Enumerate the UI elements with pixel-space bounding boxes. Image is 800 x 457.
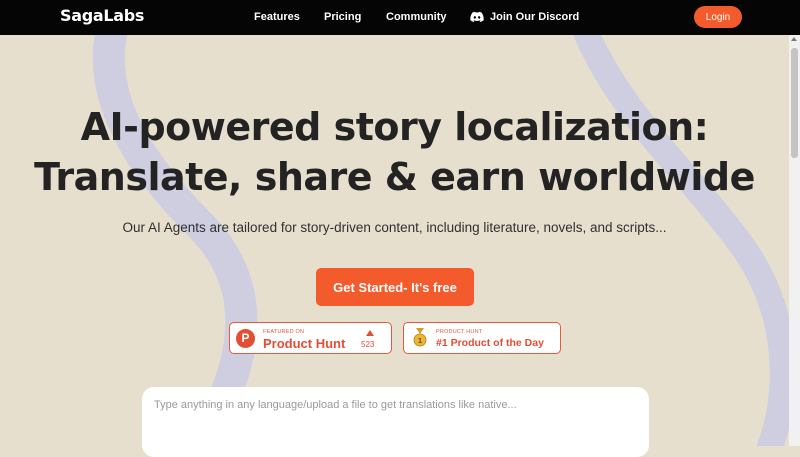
get-started-button[interactable]: Get Started- It's free	[316, 268, 474, 306]
hero-headline-line2: Translate, share & earn worldwide	[34, 155, 755, 199]
badge-featured-label: FEATURED ON	[263, 329, 305, 335]
medal-icon: 1	[413, 328, 427, 347]
nav-community[interactable]: Community	[386, 11, 447, 23]
discord-icon[interactable]	[470, 11, 484, 23]
product-hunt-logo: P	[236, 329, 255, 348]
background-squiggle	[92, 35, 796, 446]
scrollbar-thumb[interactable]	[791, 48, 798, 158]
scroll-up-arrow[interactable]	[791, 37, 797, 41]
badge-product-hunt-label: PRODUCT HUNT	[436, 329, 483, 335]
login-button[interactable]: Login	[694, 6, 742, 28]
product-hunt-featured-badge[interactable]: P FEATURED ON Product Hunt 523	[229, 322, 392, 354]
nav-features[interactable]: Features	[254, 11, 300, 23]
translation-input[interactable]	[154, 399, 634, 439]
hero-subtitle: Our AI Agents are tailored for story-dri…	[122, 220, 667, 235]
upvote-arrow-icon	[366, 330, 374, 336]
hero-headline-line1: AI-powered story localization:	[80, 105, 709, 149]
translation-input-panel	[142, 387, 649, 457]
svg-text:1: 1	[418, 337, 423, 345]
nav-discord[interactable]: Join Our Discord	[490, 11, 579, 23]
upvote-count: 523	[361, 340, 375, 349]
nav-pricing[interactable]: Pricing	[324, 11, 361, 23]
product-of-the-day-badge[interactable]: 1 PRODUCT HUNT #1 Product of the Day	[403, 322, 561, 354]
brand-logo[interactable]: SagaLabs	[60, 6, 144, 25]
badge-product-hunt-name: Product Hunt	[263, 336, 346, 351]
badge-product-of-day-text: #1 Product of the Day	[436, 337, 544, 349]
top-navbar: SagaLabs Features Pricing Community Join…	[0, 0, 800, 35]
